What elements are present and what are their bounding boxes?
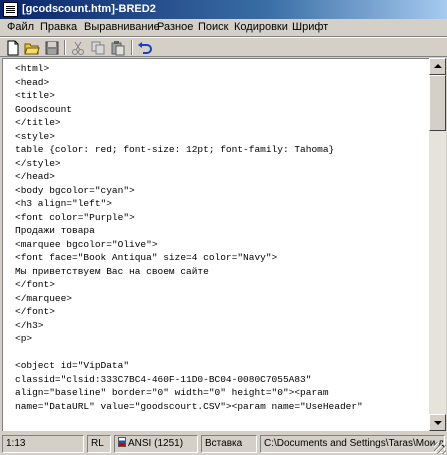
menu-file[interactable]: Файл xyxy=(7,21,34,33)
toolbar-separator xyxy=(131,40,133,55)
scroll-up-arrow-icon[interactable] xyxy=(429,58,446,75)
new-file-icon[interactable] xyxy=(5,40,21,56)
code-line: <style> xyxy=(15,130,55,142)
menu-encodings[interactable]: Кодировки xyxy=(234,21,288,33)
menu-font[interactable]: Шрифт xyxy=(292,21,328,33)
cut-icon[interactable] xyxy=(70,40,86,56)
toolbar xyxy=(0,37,447,57)
text-editor[interactable]: <html> <head> <title> Goodscount </title> <st… xyxy=(2,58,429,431)
code-line: table {color: red; font-size: 12pt; font… xyxy=(15,144,335,155)
code-line: <marquee bgcolor="Olive"> xyxy=(15,238,158,250)
code-line: <font color="Purple"> xyxy=(15,211,135,223)
code-line: <p> xyxy=(15,333,33,344)
status-encoding-label: ANSI (1251) xyxy=(128,438,184,449)
status-mode: RL xyxy=(87,435,111,453)
code-line: </font> xyxy=(15,279,55,290)
code-line: </h3> xyxy=(15,319,44,331)
code-line: <font face="Book Antiqua" size=4 color="… xyxy=(15,252,278,263)
code-line: </font> xyxy=(15,306,55,317)
flag-icon xyxy=(118,437,126,447)
code-line: Goodscount xyxy=(15,103,73,115)
vertical-scrollbar[interactable] xyxy=(429,58,446,431)
code-line: <head> xyxy=(15,76,50,88)
window-title: [gcodscount.htm]-BRED2 xyxy=(22,3,156,15)
code-line: <object id="VipData" xyxy=(15,360,130,371)
code-line: classid="clsid:333C7BC4-460F-11D0-BC04-0… xyxy=(15,373,312,385)
code-line: </style> xyxy=(15,157,61,169)
undo-icon[interactable] xyxy=(137,40,153,56)
menu-search[interactable]: Поиск xyxy=(198,21,228,33)
paste-icon[interactable] xyxy=(110,40,126,56)
save-icon[interactable] xyxy=(44,40,60,56)
menu-align[interactable]: Выравнивание xyxy=(84,21,160,33)
scroll-down-arrow-icon[interactable] xyxy=(429,414,446,431)
code-line: name="DataURL" value="goodscourt.CSV"><p… xyxy=(15,400,363,412)
resize-grip[interactable] xyxy=(434,442,446,454)
code-line: <title> xyxy=(15,90,55,101)
code-line: </head> xyxy=(15,171,55,182)
code-line: align="baseline" border="0" width="0" he… xyxy=(15,387,329,398)
code-line: <body bgcolor="cyan"> xyxy=(15,184,135,196)
code-line: </marquee> xyxy=(15,292,73,304)
status-insert-mode: Вставка xyxy=(201,435,257,453)
app-icon[interactable] xyxy=(3,2,18,17)
menu-edit[interactable]: Правка xyxy=(40,21,77,33)
title-bar: [gcodscount.htm]-BRED2 xyxy=(0,0,447,19)
status-bar: 1:13 RL ANSI (1251) Вставка C:\Documents… xyxy=(0,433,447,455)
copy-icon[interactable] xyxy=(90,40,106,56)
open-folder-icon[interactable] xyxy=(24,40,40,56)
scroll-thumb[interactable] xyxy=(429,75,446,131)
menu-misc[interactable]: Разное xyxy=(157,21,193,33)
code-text: <html> <head> <title> Goodscount </title> <st… xyxy=(15,62,363,413)
status-path: C:\Documents and Settings\Taras\Мои д xyxy=(260,435,445,453)
toolbar-separator xyxy=(64,40,66,55)
status-encoding[interactable]: ANSI (1251) xyxy=(114,435,198,453)
menu-bar: Файл Правка Выравнивание Разное Поиск Ко… xyxy=(0,19,447,37)
code-line: </title> xyxy=(15,117,61,128)
code-line: Мы приветствуем Вас на своем сайте xyxy=(15,265,209,277)
status-position: 1:13 xyxy=(2,435,84,453)
code-line: <h3 align="left"> xyxy=(15,198,112,209)
code-line: <html> xyxy=(15,63,50,74)
code-line: Продажи товара xyxy=(15,225,95,236)
